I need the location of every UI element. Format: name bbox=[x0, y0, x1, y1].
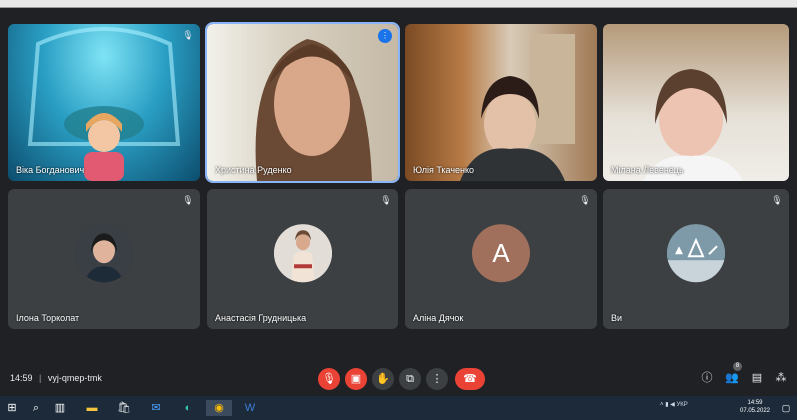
windows-logo-icon: ⊞ bbox=[7, 402, 17, 414]
participant-name: Мілана Левенець bbox=[611, 165, 684, 175]
participant-name: Анастасія Грудницька bbox=[215, 313, 307, 323]
phone-hangup-icon: ☎ bbox=[463, 373, 477, 385]
chrome-button[interactable]: ◉ bbox=[206, 400, 232, 416]
participant-name: Юлія Ткаченко bbox=[413, 165, 475, 175]
participant-name: Христина Руденко bbox=[215, 165, 292, 175]
chat-icon: ▤ bbox=[751, 372, 763, 384]
participant-name: Ілона Торколат bbox=[16, 313, 80, 323]
hand-icon: ✋ bbox=[376, 373, 390, 385]
participant-tile[interactable]: A Аліна Дячок 🎙︎ bbox=[405, 189, 597, 329]
participant-name: Аліна Дячок bbox=[413, 313, 464, 323]
meeting-code: vyj-qmep-tmk bbox=[47, 373, 102, 383]
mail-button[interactable]: ✉ bbox=[148, 400, 164, 416]
store-button[interactable]: 🛍 bbox=[116, 400, 132, 416]
keyboard-language: УКР bbox=[676, 402, 688, 408]
video-feed bbox=[27, 27, 181, 181]
task-view-icon: ▥ bbox=[54, 402, 66, 414]
video-feed bbox=[460, 34, 575, 181]
meet-control-bar: 14:59 | vyj-qmep-tmk 🎙︎ ▣ ✋ ⧉ ⋮ ☎ ⓘ 👥 8 … bbox=[0, 360, 797, 396]
activities-icon: ⁂ bbox=[775, 372, 787, 384]
participant-avatar bbox=[273, 224, 332, 283]
mic-off-icon: 🎙︎ bbox=[771, 195, 783, 205]
task-view-button[interactable]: ▥ bbox=[52, 400, 68, 416]
participant-tile[interactable]: Віка Богданович 🎙︎ bbox=[8, 24, 200, 181]
edge-icon: ◐ bbox=[184, 402, 192, 414]
info-icon: ⓘ bbox=[701, 372, 713, 384]
meeting-time: 14:59 bbox=[10, 373, 33, 383]
system-tray[interactable]: ˄ ▮ ◀ УКР bbox=[660, 401, 688, 408]
participant-avatar: A bbox=[472, 224, 530, 283]
folder-icon: ▬ bbox=[86, 402, 98, 414]
windows-taskbar: ⊞ ⌕ ▥ ▬ 🛍 ✉ ◐ ◉ W ˄ ▮ ◀ УКР 14:59 07.05.… bbox=[0, 396, 797, 420]
mic-off-icon: 🎙︎ bbox=[182, 195, 194, 205]
video-feed bbox=[255, 39, 372, 181]
video-feed bbox=[643, 69, 743, 181]
clock-date: 07.05.2022 bbox=[739, 408, 771, 414]
notifications-button[interactable]: ▢ bbox=[778, 400, 794, 416]
present-button[interactable]: ⧉ bbox=[399, 368, 421, 390]
mic-off-icon: 🎙︎ bbox=[380, 195, 392, 205]
word-icon: W bbox=[244, 402, 256, 414]
chat-button[interactable]: ▤ bbox=[749, 370, 765, 386]
word-button[interactable]: W bbox=[242, 400, 258, 416]
activities-button[interactable]: ⁂ bbox=[773, 370, 789, 386]
people-button[interactable]: 👥 bbox=[724, 370, 740, 386]
present-screen-icon: ⧉ bbox=[406, 373, 414, 385]
chevron-up-icon: ˄ bbox=[660, 402, 664, 408]
volume-icon: ◀ bbox=[670, 402, 675, 408]
participant-name: Ви bbox=[611, 313, 623, 323]
people-count-badge: 8 bbox=[733, 362, 742, 371]
participant-tile[interactable]: Анастасія Грудницька 🎙︎ bbox=[207, 189, 398, 329]
network-icon: ▮ bbox=[665, 402, 669, 408]
participant-avatar bbox=[667, 224, 725, 283]
windows-start-button[interactable]: ⊞ bbox=[4, 400, 20, 416]
file-explorer-button[interactable]: ▬ bbox=[84, 400, 100, 416]
notification-icon: ▢ bbox=[781, 403, 791, 413]
store-icon: 🛍 bbox=[117, 402, 131, 414]
mail-icon: ✉ bbox=[151, 402, 161, 414]
speaking-indicator-icon: ⋮ bbox=[378, 29, 392, 43]
more-vert-icon: ⋮ bbox=[431, 373, 443, 385]
participant-avatar bbox=[75, 224, 133, 283]
participant-tile[interactable]: Ви 🎙︎ bbox=[603, 189, 789, 329]
mic-toggle-button[interactable]: 🎙︎ bbox=[318, 368, 340, 390]
mic-off-icon: 🎙︎ bbox=[322, 373, 336, 385]
mic-off-icon: 🎙︎ bbox=[182, 30, 194, 40]
edge-button[interactable]: ◐ bbox=[180, 400, 196, 416]
camera-toggle-button[interactable]: ▣ bbox=[345, 368, 367, 390]
end-call-button[interactable]: ☎ bbox=[455, 368, 485, 390]
participant-tile[interactable]: Мілана Левенець bbox=[603, 24, 789, 181]
participant-name: Віка Богданович bbox=[16, 165, 85, 175]
meet-grid: Віка Богданович 🎙︎ Христина Руденко ⋮ Юл… bbox=[0, 8, 797, 396]
people-icon: 👥 bbox=[725, 372, 739, 384]
meeting-info: 14:59 | vyj-qmep-tmk bbox=[10, 373, 102, 383]
clock-time: 14:59 bbox=[747, 400, 763, 406]
more-options-button[interactable]: ⋮ bbox=[426, 368, 448, 390]
mic-off-icon: 🎙︎ bbox=[579, 195, 591, 205]
participant-tile[interactable]: Христина Руденко ⋮ bbox=[205, 22, 400, 183]
search-icon: ⌕ bbox=[32, 402, 40, 414]
participant-tile[interactable]: Юлія Ткаченко bbox=[405, 24, 597, 181]
taskbar-clock[interactable]: 14:59 07.05.2022 bbox=[737, 399, 773, 415]
meeting-info-separator: | bbox=[39, 373, 42, 383]
search-button[interactable]: ⌕ bbox=[28, 400, 44, 416]
meeting-details-button[interactable]: ⓘ bbox=[699, 370, 715, 386]
browser-top-edge bbox=[0, 0, 797, 8]
camera-off-icon: ▣ bbox=[350, 373, 362, 385]
participant-tile[interactable]: Ілона Торколат 🎙︎ bbox=[8, 189, 200, 329]
chrome-icon: ◉ bbox=[214, 402, 224, 414]
raise-hand-button[interactable]: ✋ bbox=[372, 368, 394, 390]
